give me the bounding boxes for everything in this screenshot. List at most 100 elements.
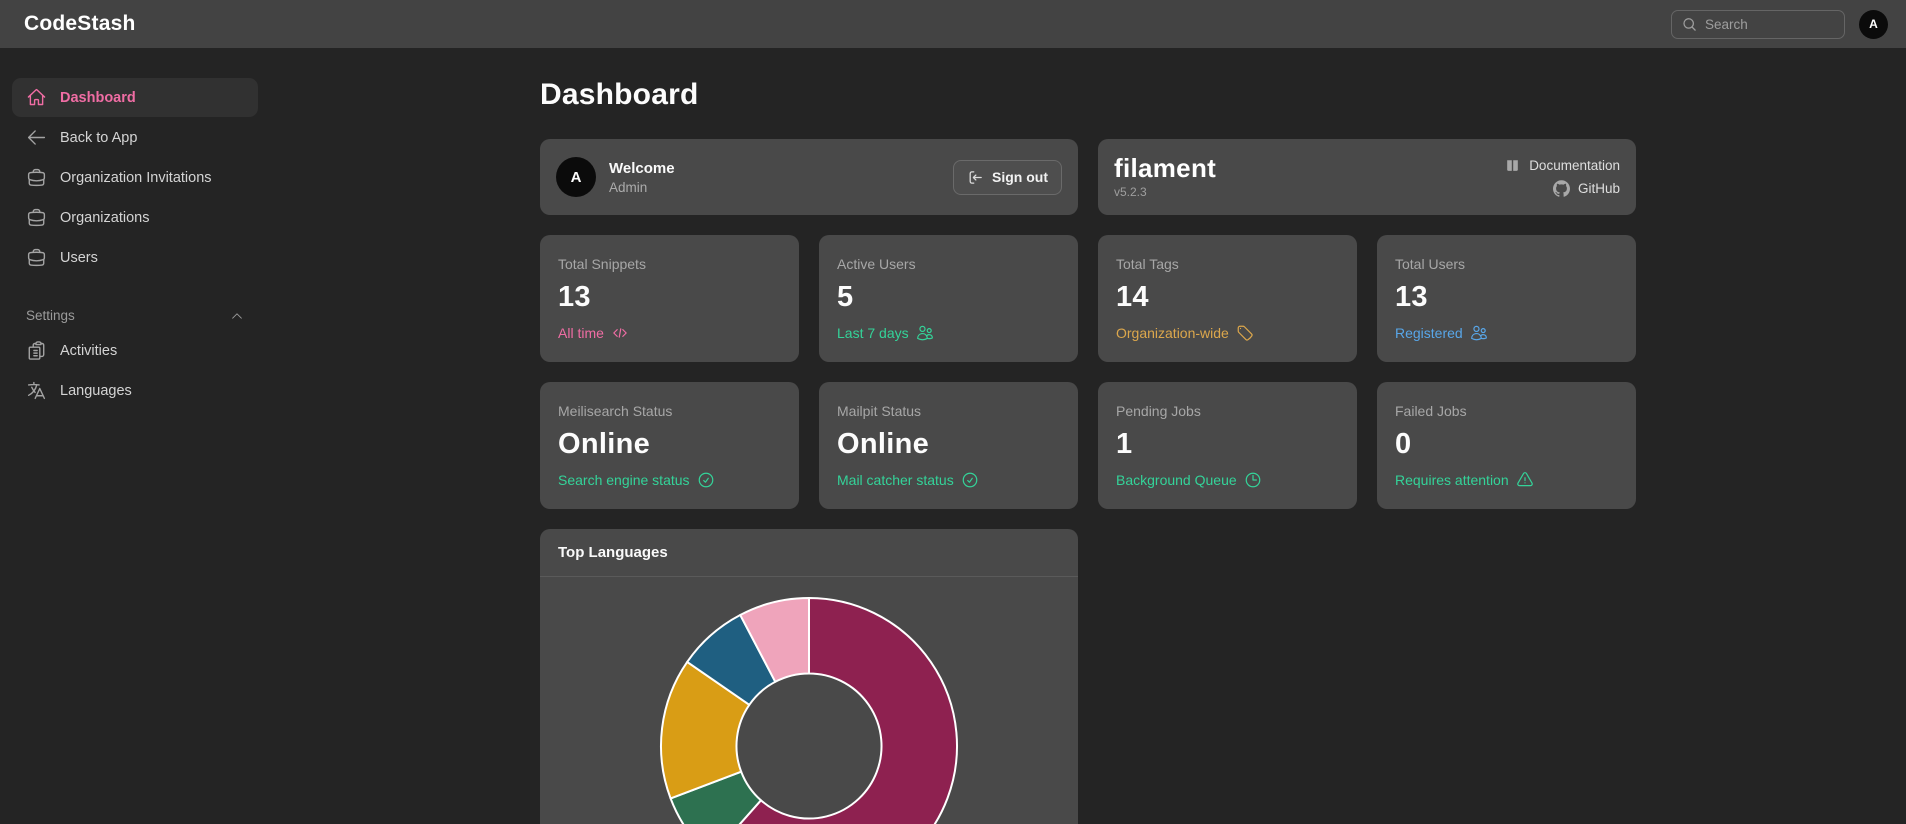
top-languages-donut-chart [660,597,958,824]
stat-description: Requires attention [1395,471,1618,489]
main-area: Dashboard A Welcome Admin Sign out filam… [270,48,1906,824]
sidebar-item-organization-invitations[interactable]: Organization Invitations [12,158,258,197]
stat-description-label: Last 7 days [837,325,909,341]
stat-description-label: Organization-wide [1116,325,1229,341]
stat-card-mailpit-status: Mailpit Status Online Mail catcher status [819,382,1078,509]
stat-card-pending-jobs: Pending Jobs 1 Background Queue [1098,382,1357,509]
top-languages-card: Top Languages [540,529,1078,824]
briefcase-icon [26,247,47,268]
briefcase-icon [26,167,47,188]
sidebar-item-label: Activities [60,342,118,359]
stat-card-active-users: Active Users 5 Last 7 days [819,235,1078,362]
filament-brand-block: filament v5.2.3 [1114,155,1216,199]
book-icon [1504,157,1521,174]
filament-logo: filament [1114,153,1217,183]
topbar: CodeStash A [0,0,1906,48]
stats-row-1: Total Snippets 13 All time Active Users 5 Las… [540,235,1636,362]
page-title: Dashboard [540,78,699,111]
sidebar-item-organizations[interactable]: Organizations [12,198,258,237]
stat-value: 14 [1116,281,1149,313]
filament-card: filament v5.2.3 Documentation GitHub [1098,139,1636,215]
stat-value: 0 [1395,428,1412,460]
stat-card-meilisearch-status: Meilisearch Status Online Search engine st… [540,382,799,509]
sidebar-item-label: Users [60,249,98,266]
stat-description: Background Queue [1116,471,1339,489]
github-label: GitHub [1577,181,1620,196]
sidebar-item-users[interactable]: Users [12,238,258,277]
user-avatar[interactable]: A [1859,9,1888,39]
chart-row: Top Languages [540,529,1636,824]
stat-description-label: Registered [1395,325,1463,341]
stat-description: Mail catcher status [837,471,1060,489]
sidebar-item-languages[interactable]: Languages [12,371,258,410]
sidebar-item-label: Languages [60,382,132,399]
stat-description-label: Mail catcher status [837,472,954,488]
welcome-avatar: A [556,157,596,197]
search-icon [1682,17,1697,32]
search-field[interactable] [1705,16,1834,32]
stat-description-label: Search engine status [558,472,690,488]
content-column: Dashboard A Welcome Admin Sign out filam… [540,48,1636,824]
clock-icon [1244,471,1262,489]
code-icon [611,324,629,342]
clipboard-list-icon [26,340,47,361]
sidebar: Dashboard Back to App Organization Invitat… [0,48,270,824]
sidebar-item-back-to-app[interactable]: Back to App [12,118,258,157]
filament-links: Documentation GitHub [1504,157,1620,197]
logout-icon [967,169,984,186]
stat-description: Organization-wide [1116,324,1339,342]
briefcase-icon [26,207,47,228]
search-input[interactable] [1671,9,1845,39]
sidebar-item-label: Dashboard [60,89,136,106]
sign-out-label: Sign out [992,169,1048,185]
stat-value: Online [837,428,930,460]
stat-label: Active Users [837,256,916,272]
top-cards-row: A Welcome Admin Sign out filament v5.2.3… [540,139,1636,215]
chart-title: Top Languages [540,529,1078,577]
sidebar-item-label: Organization Invitations [60,169,212,186]
sidebar-item-dashboard[interactable]: Dashboard [12,78,258,117]
stat-label: Failed Jobs [1395,403,1467,419]
sidebar-group-label: Settings [26,308,75,323]
stat-description: All time [558,324,781,342]
stat-label: Total Users [1395,256,1466,272]
stat-card-total-tags: Total Tags 14 Organization-wide [1098,235,1357,362]
github-link[interactable]: GitHub [1552,180,1620,197]
stat-label: Meilisearch Status [558,403,673,419]
stat-value: Online [558,428,651,460]
check-circle-icon [697,471,715,489]
welcome-title: Welcome [609,159,675,177]
stat-description: Search engine status [558,471,781,489]
stat-value: 13 [558,281,591,313]
sidebar-group-settings[interactable]: Settings [12,308,258,323]
warning-triangle-icon [1516,471,1534,489]
sign-out-button[interactable]: Sign out [953,159,1062,195]
sidebar-item-label: Back to App [60,129,138,146]
stat-description: Registered [1395,324,1618,342]
stat-description-label: All time [558,325,604,341]
stat-value: 5 [837,281,854,313]
documentation-link[interactable]: Documentation [1504,157,1620,174]
stat-card-total-users: Total Users 13 Registered [1377,235,1636,362]
sidebar-item-activities[interactable]: Activities [12,331,258,370]
stat-label: Total Snippets [558,256,646,272]
filament-version: v5.2.3 [1114,185,1147,199]
arrow-left-icon [26,127,47,148]
stat-description-label: Requires attention [1395,472,1509,488]
home-icon [26,87,47,108]
github-icon [1552,180,1570,197]
stat-card-total-snippets: Total Snippets 13 All time [540,235,799,362]
stat-label: Total Tags [1116,256,1179,272]
app-logo[interactable]: CodeStash [24,12,136,36]
stat-description-label: Background Queue [1116,472,1237,488]
welcome-subtitle: Admin [609,179,648,195]
stat-description: Last 7 days [837,324,1060,342]
welcome-card: A Welcome Admin Sign out [540,139,1078,215]
check-circle-icon [961,471,979,489]
tag-icon [1236,324,1254,342]
stat-card-failed-jobs: Failed Jobs 0 Requires attention [1377,382,1636,509]
welcome-text: Welcome Admin [609,160,675,195]
sidebar-nav: Dashboard Back to App Organization Invitat… [12,78,258,410]
chevron-up-icon [230,309,244,323]
documentation-label: Documentation [1529,158,1620,173]
